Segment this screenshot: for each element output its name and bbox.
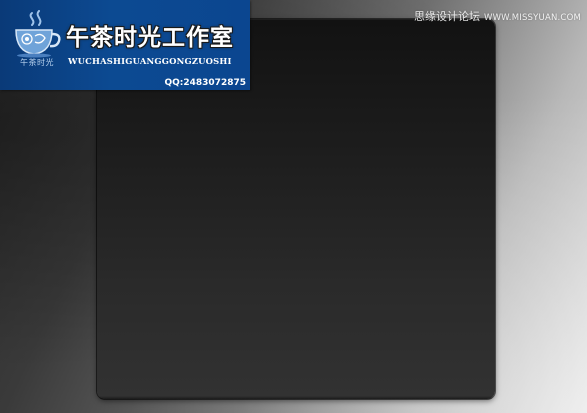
site-watermark: 思缘设计论坛 WWW.MISSYUAN.COM	[414, 8, 581, 24]
teacup-logo-icon	[10, 10, 62, 58]
site-name: 思缘设计论坛	[413, 10, 480, 23]
qq-contact: QQ:2483072875	[164, 78, 246, 88]
panel-bottom-edge	[99, 396, 493, 399]
studio-name: 午茶时光工作室	[66, 25, 234, 51]
studio-watermark-banner: 午茶时光 午茶时光工作室 WUCHASHIGUANGGONGZUOSHI QQ:…	[0, 0, 250, 90]
studio-name-pinyin: WUCHASHIGUANGGONGZUOSHI	[68, 56, 232, 66]
logo-caption: 午茶时光	[20, 58, 54, 67]
site-url: WWW.MISSYUAN.COM	[483, 13, 581, 23]
